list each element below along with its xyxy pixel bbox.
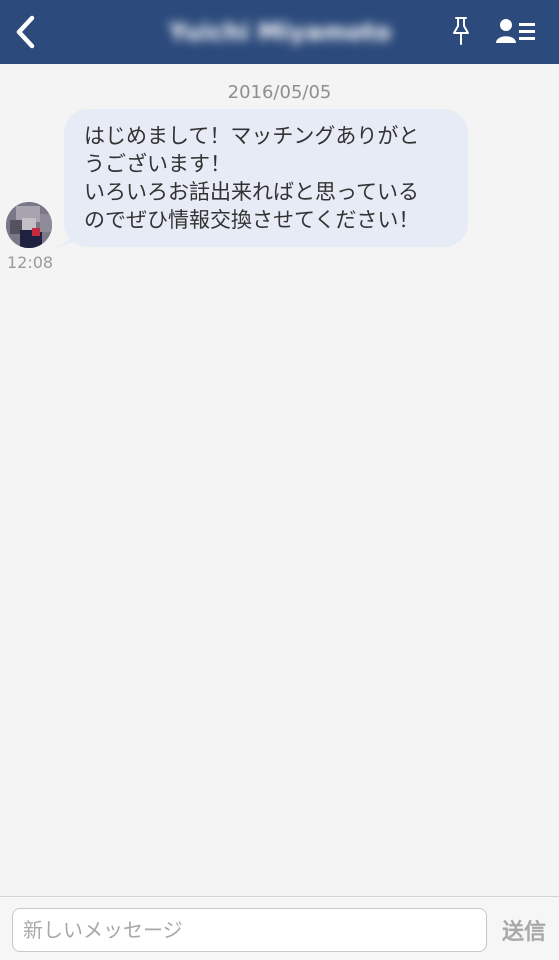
pin-icon	[453, 17, 469, 45]
message-composer: 送信	[0, 896, 559, 960]
back-button[interactable]	[6, 10, 46, 54]
message-input[interactable]	[12, 908, 487, 952]
message-timestamp: 12:08	[7, 253, 54, 272]
avatar[interactable]	[6, 202, 52, 248]
bubble-tail	[52, 230, 78, 248]
message-list[interactable]: 2016/05/05 はじめまして！マッチングありがと うございます！ いろいろ…	[0, 64, 559, 896]
message-text-line: うございます！	[84, 152, 231, 176]
conversation-title: Yuichi Miyamoto	[168, 18, 392, 46]
contact-list-button[interactable]	[492, 14, 540, 48]
pin-button[interactable]	[446, 14, 476, 48]
message-text-line: はじめまして！マッチングありがと	[84, 124, 420, 148]
contact-list-icon	[496, 19, 535, 43]
send-button[interactable]: 送信	[496, 908, 552, 952]
chevron-left-icon	[16, 15, 35, 49]
message-text-line: いろいろお話出来ればと思っている	[84, 180, 419, 204]
message-text-line: のでぜひ情報交換させてください！	[84, 208, 420, 232]
navigation-bar: Yuichi Miyamoto	[0, 0, 559, 64]
date-separator: 2016/05/05	[227, 82, 332, 103]
